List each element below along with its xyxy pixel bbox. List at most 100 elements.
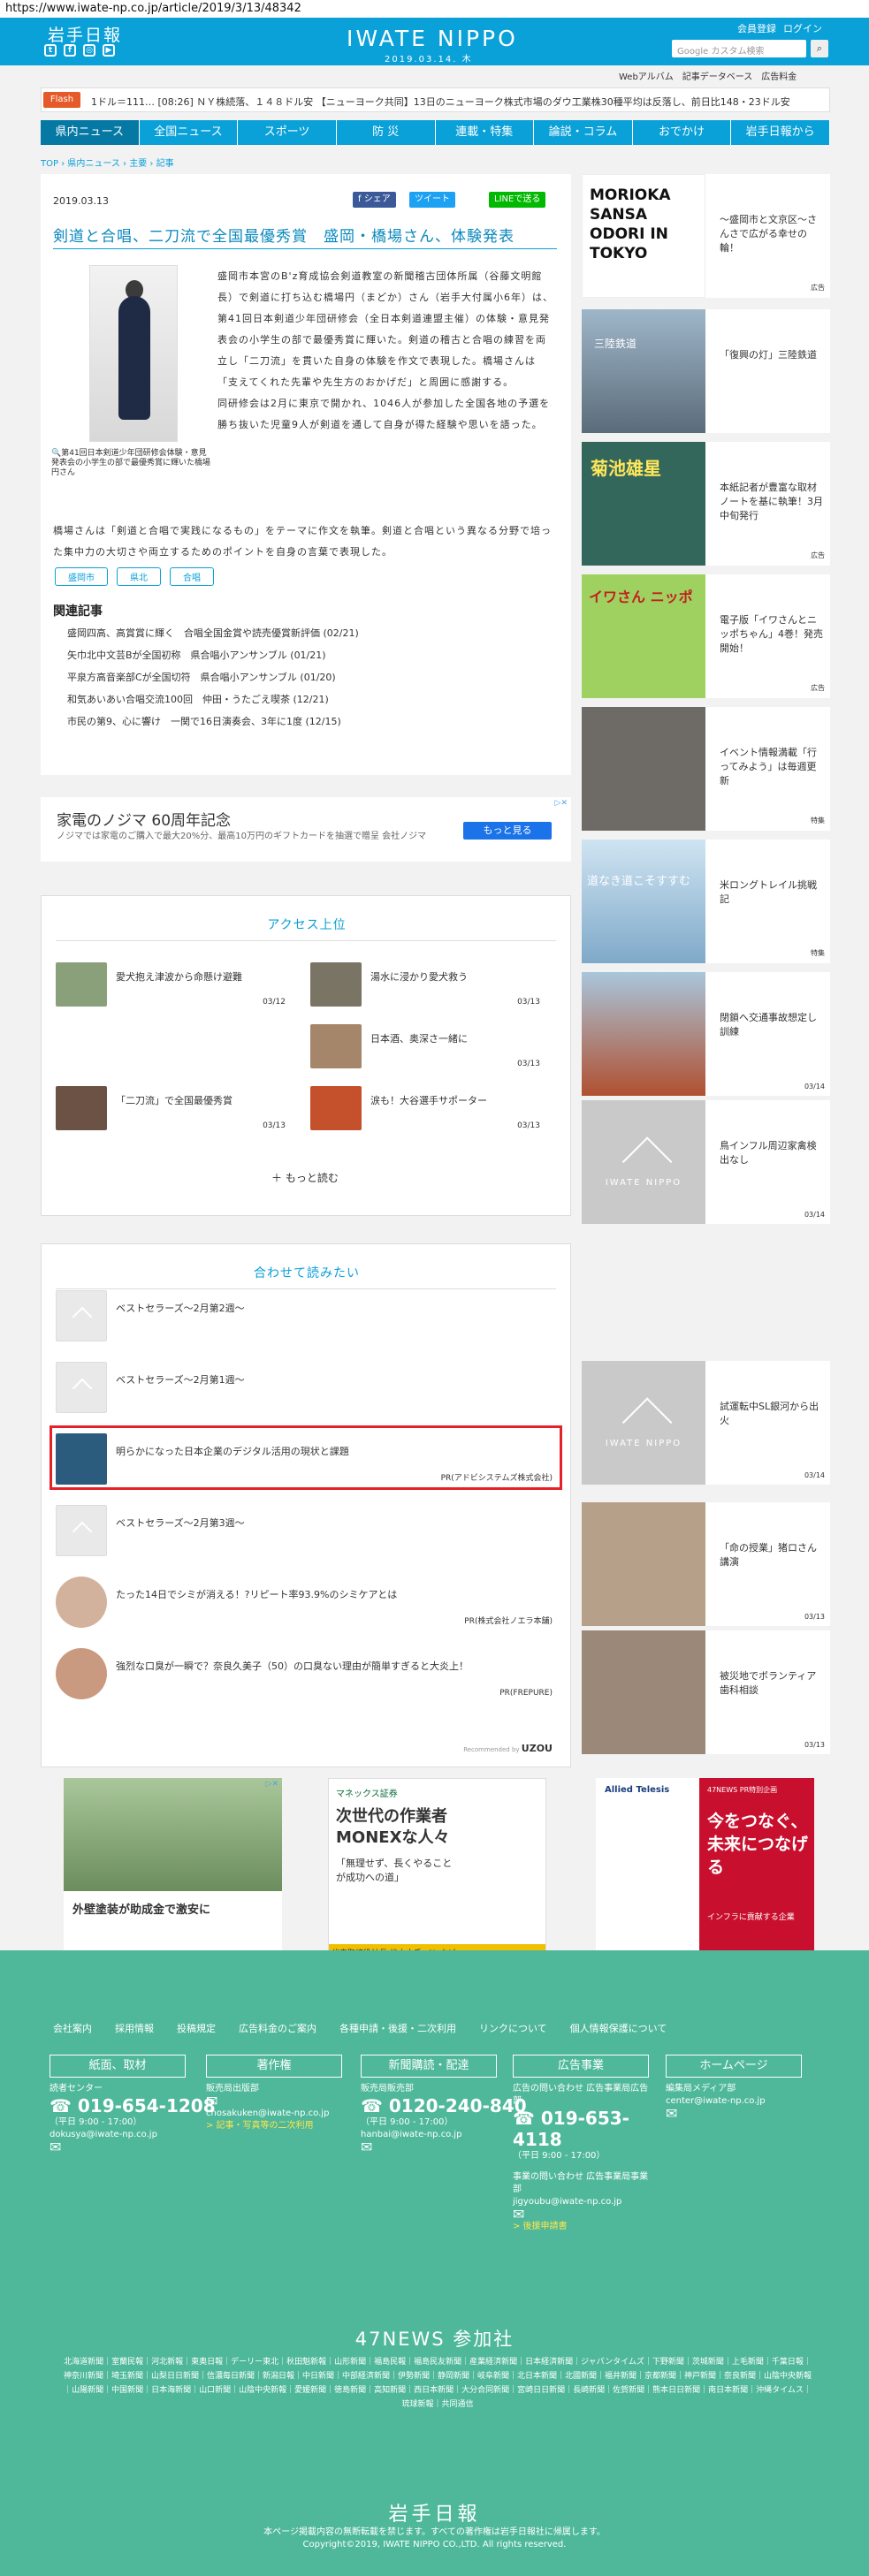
address-bar[interactable]: https://www.iwate-np.co.jp/article/2019/… (0, 0, 869, 18)
footer-link[interactable]: 採用情報 (115, 2021, 154, 2035)
footer-section-button[interactable]: ホームページ (666, 2055, 802, 2078)
sidebar-item[interactable]: 菊池雄星 本紙記者が豊富な取材ノートを基に執筆！3月中旬発行 広告 (582, 442, 830, 566)
sidebar-item[interactable]: イワさん ニッポ 電子版「イワさんとニッポちゃん」4巻！発売開始！ 広告 (582, 574, 830, 698)
search-input[interactable]: Google カスタム検索 (672, 40, 806, 57)
footer-link[interactable]: 各種申請・後援・二次利用 (339, 2021, 456, 2035)
nojima-ad[interactable]: ▷✕ 家電のノジマ 60周年記念 ノジマでは家電のご購入で最大20%分、最高10… (41, 797, 571, 862)
nav-features[interactable]: 連載・特集 (436, 120, 535, 145)
recommend-panel: 合わせて読みたい ベストセラーズ～2月第2週～ ベストセラーズ～2月第1週～ 明… (41, 1243, 571, 1767)
bottom-ad[interactable]: 外壁塗装が助成金で激安に ▷✕ (64, 1778, 282, 1962)
sidebar-thumb: IWATE NIPPO (582, 1100, 705, 1224)
phone-number[interactable]: ☎ 019-654-1208 (50, 2095, 216, 2116)
ranking-item[interactable]: 「二刀流」で全国最優秀賞 03/13 (56, 1086, 286, 1130)
email-link[interactable]: center@iwate-np.co.jp (666, 2095, 766, 2108)
sidebar-item[interactable]: 三陸鉄道 「復興の灯」三陸鉄道 (582, 309, 830, 433)
site-logo[interactable]: 岩手日報 (48, 22, 122, 46)
facebook-share-button[interactable]: f シェア (353, 192, 396, 208)
sidebar-date: 特集 (811, 817, 825, 824)
recommend-item[interactable]: たった14日でシミが消える！?リピート率93.9%のシミケアとは PR(株式会社… (56, 1577, 556, 1630)
footer-section-button[interactable]: 著作権 (206, 2055, 342, 2078)
recommend-item[interactable]: ベストセラーズ～2月第1週～ (56, 1362, 556, 1415)
ranking-item[interactable]: 涙も！大谷選手サポーター 03/13 (310, 1086, 540, 1130)
breadcrumb[interactable]: TOP › 県内ニュース › 主要 › 記事 (41, 156, 174, 169)
sidebar-item[interactable]: 閉鎖へ交通事故想定し訓練 03/14 (582, 972, 830, 1096)
tag-morioka[interactable]: 盛岡市 (55, 567, 108, 586)
recommend-item[interactable]: ベストセラーズ～2月第2週～ (56, 1290, 556, 1343)
mail-icon[interactable]: ✉ (666, 2107, 766, 2121)
recommend-item[interactable]: ベストセラーズ～2月第3週～ (56, 1505, 556, 1558)
related-item[interactable]: 平泉方高音楽部Cが全国切符 県合唱小アンサンブル (01/20) (67, 666, 359, 688)
brand-wordmark[interactable]: IWATE NIPPO (347, 26, 518, 51)
tweet-button[interactable]: ツイート (409, 192, 455, 208)
mail-icon[interactable]: ✉ (361, 2140, 527, 2154)
sidebar-item[interactable]: 道なき道こそすすむ 米ロングトレイル挑戦記 特集 (582, 840, 830, 963)
ranking-item[interactable]: 日本酒、奥深さ一緒に 03/13 (310, 1024, 540, 1068)
phone-number[interactable]: ☎ 019-653-4118 (513, 2108, 654, 2150)
mail-icon[interactable]: ✉ (50, 2140, 216, 2154)
email-link[interactable]: chosakuken@iwate-np.co.jp (206, 2108, 329, 2120)
sidebar-item[interactable]: イベント情報満載「行ってみよう」は毎週更新 特集 (582, 707, 830, 831)
sponsorship-link[interactable]: > 後援申請書 (513, 2221, 654, 2233)
nav-editorial[interactable]: 論説・コラム (534, 120, 633, 145)
database-link[interactable]: 記事データベース (682, 69, 753, 82)
adchoices-icon[interactable]: ▷✕ (555, 799, 568, 808)
footer-section-button[interactable]: 紙面、取材 (50, 2055, 186, 2078)
mail-icon[interactable]: ✉ (513, 2207, 654, 2222)
flash-text[interactable]: 1ドル＝111… [08:26] ＮＹ株続落、１４８ドル安 【ニューヨーク共同】… (91, 95, 790, 109)
related-item[interactable]: 市民の第9、心に響け 一関で16日演奏会、3年に1度 (12/15) (67, 710, 359, 733)
facebook-icon[interactable]: f (64, 44, 76, 57)
article-photo[interactable] (89, 265, 178, 442)
search-icon[interactable]: ⌕ (811, 40, 828, 57)
sidebar-item[interactable]: MORIOKA SANSA ODORI IN TOKYO ～盛岡市と文京区～さん… (582, 174, 830, 298)
secondary-use-link[interactable]: > 記事・写真等の二次利用 (206, 2120, 329, 2132)
footer-logo[interactable]: 岩手日報 (0, 2498, 869, 2527)
article-body: 盛岡市本宮のB'z育成協会剣道教室の新聞稽古団体所属（谷藤文明館長）で剣道に打ち… (217, 266, 553, 436)
mail-icon[interactable]: ✉ (206, 2094, 329, 2109)
footer-section-button[interactable]: 広告事業 (513, 2055, 649, 2078)
tag-chorus[interactable]: 合唱 (170, 567, 214, 586)
nav-disaster[interactable]: 防 災 (337, 120, 436, 145)
related-item[interactable]: 和気あいあい合唱交流100回 仲田・うたごえ喫茶 (12/21) (67, 688, 359, 710)
phone-number[interactable]: ☎ 0120-240-840 (361, 2095, 527, 2116)
line-share-button[interactable]: LINEで送る (489, 192, 546, 208)
footer-section-button[interactable]: 新聞購読・配達 (361, 2055, 497, 2078)
nav-local-news[interactable]: 県内ニュース (41, 120, 140, 145)
footer-link[interactable]: 広告料金のご案内 (239, 2021, 316, 2035)
more-button[interactable]: ＋ もっと読む (271, 1170, 339, 1185)
email-link[interactable]: hanbai@iwate-np.co.jp (361, 2129, 527, 2141)
ranking-item[interactable]: 湯水に浸かり愛犬救う 03/13 (310, 962, 540, 1007)
related-item[interactable]: 矢巾北中文芸Bが全国初称 県合唱小アンサンブル (01/21) (67, 644, 359, 666)
youtube-icon[interactable]: ▶ (103, 44, 115, 57)
footer-link[interactable]: 会社案内 (53, 2021, 92, 2035)
register-link[interactable]: 会員登録 (737, 21, 776, 35)
recommend-item[interactable]: 強烈な口臭が一瞬で？奈良久美子（50）の口臭ない理由が簡単すぎると大炎上！ PR… (56, 1648, 556, 1701)
bottom-ad[interactable]: マネックス証券 次世代の作業者 MONEXな人々 「無理せず、長くやることが成功… (328, 1778, 546, 1962)
nav-outing[interactable]: おでかけ (633, 120, 732, 145)
twitter-icon[interactable]: t (44, 44, 57, 57)
tag-kenhoku[interactable]: 県北 (117, 567, 161, 586)
sidebar-item[interactable]: IWATE NIPPO 試運転中SL銀河から出火 03/14 (582, 1361, 830, 1485)
recommended-by[interactable]: Recommended by UZOU (463, 1743, 553, 1754)
footer-link[interactable]: リンクについて (479, 2021, 547, 2035)
nav-sports[interactable]: スポーツ (238, 120, 337, 145)
sidebar-item[interactable]: 被災地でボランティア歯科相談 03/13 (582, 1630, 830, 1754)
nav-national-news[interactable]: 全国ニュース (140, 120, 239, 145)
instagram-icon[interactable]: ◎ (83, 44, 95, 57)
bottom-ad[interactable]: Allied Telesis 47NEWS PR特別企画 今をつなぐ、未来につな… (596, 1778, 814, 1962)
sidebar-item[interactable]: 「命の授業」猪ロさん講演 03/13 (582, 1502, 830, 1626)
login-link[interactable]: ログイン (783, 21, 822, 35)
email-link[interactable]: dokusya@iwate-np.co.jp (50, 2129, 216, 2141)
footer-link[interactable]: 投稿規定 (177, 2021, 216, 2035)
ad-more-button[interactable]: もっと見る (463, 822, 552, 840)
ranking-item[interactable]: 愛犬抱え津波から命懸け避難 03/12 (56, 962, 286, 1007)
album-link[interactable]: Webアルバム (619, 69, 674, 82)
related-item[interactable]: 盛岡四高、高賞賞に輝く 合唱全国金賞や読売優賞新評価 (02/21) (67, 622, 359, 644)
ad-rates-link[interactable]: 広告料金 (761, 69, 797, 82)
partner-list[interactable]: 北海道新聞｜室蘭民報｜河北新報｜東奥日報｜デーリー東北｜秋田魁新報｜山形新聞｜福… (62, 2355, 813, 2412)
adchoices-icon[interactable]: ▷✕ (266, 1780, 278, 1789)
email-link[interactable]: jigyoubu@iwate-np.co.jp (513, 2196, 654, 2208)
footer-link[interactable]: 個人情報保護について (570, 2021, 667, 2035)
magnifier-icon[interactable]: 🔍 (51, 449, 61, 458)
nav-from-nippo[interactable]: 岩手日報から (731, 120, 830, 145)
sidebar-item[interactable]: IWATE NIPPO 鳥インフル周辺家禽検出なし 03/14 (582, 1100, 830, 1224)
